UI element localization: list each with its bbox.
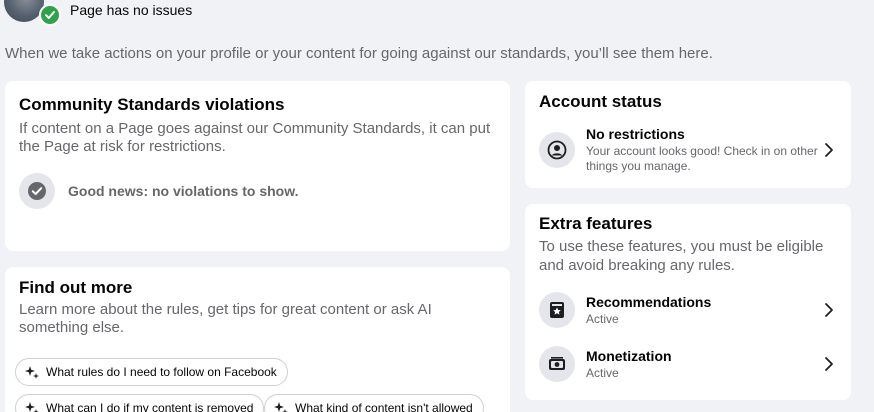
chevron-right-icon [821,142,837,158]
ai-prompt-chip[interactable]: What can I do if my content is removed [15,394,265,412]
extra-features-card: Extra features To use these features, yo… [525,204,851,400]
ai-sparkle-icon [24,400,40,412]
card-description: If content on a Page goes against our Co… [19,120,491,155]
row-status: Active [586,311,619,326]
row-title: Monetization [586,347,672,364]
page-status-text: Page has no issues [70,2,193,18]
row-status: Active [586,365,619,380]
ai-prompt-chip[interactable]: What kind of content isn't allowed [264,394,484,412]
ai-prompt-chip[interactable]: What rules do I need to follow on Facebo… [15,358,288,386]
check-badge-icon [39,4,61,26]
no-violations-row: Good news: no violations to show. [19,173,298,209]
ai-sparkle-icon [273,400,289,412]
community-standards-card: Community Standards violations If conten… [5,81,510,251]
money-icon [539,346,575,382]
card-title: Find out more [19,278,133,297]
chip-label: What kind of content isn't allowed [295,401,473,412]
good-news-text: Good news: no violations to show. [68,183,299,199]
row-title: No restrictions [586,126,685,142]
user-circle-icon [539,132,575,168]
card-description: Learn more about the rules, get tips for… [19,301,432,336]
card-title: Account status [539,92,662,111]
recommendations-row[interactable]: Recommendations Active [539,292,837,328]
chevron-right-icon [821,302,837,318]
chip-label: What rules do I need to follow on Facebo… [46,365,277,379]
intro-text: When we take actions on your profile or … [5,45,713,62]
recommendation-badge-icon [539,292,575,328]
card-title: Community Standards violations [19,95,285,114]
ai-sparkle-icon [24,364,40,380]
monetization-row[interactable]: Monetization Active [539,346,837,382]
chevron-right-icon [821,356,837,372]
card-title: Extra features [539,214,653,233]
account-status-card: Account status No restrictions Your acco… [525,81,851,188]
row-title: Recommendations [586,293,712,310]
find-out-more-card: Find out more Learn more about the rules… [5,267,510,412]
check-circle-icon [19,173,55,209]
row-subtitle: Your account looks good! Check in on oth… [586,144,818,173]
page-avatar[interactable] [4,0,44,22]
no-restrictions-row[interactable]: No restrictions Your account looks good!… [539,126,837,174]
page-header: Page has no issues [0,0,874,30]
card-description: To use these features, you must be eligi… [539,238,824,274]
chip-label: What can I do if my content is removed [46,401,254,412]
